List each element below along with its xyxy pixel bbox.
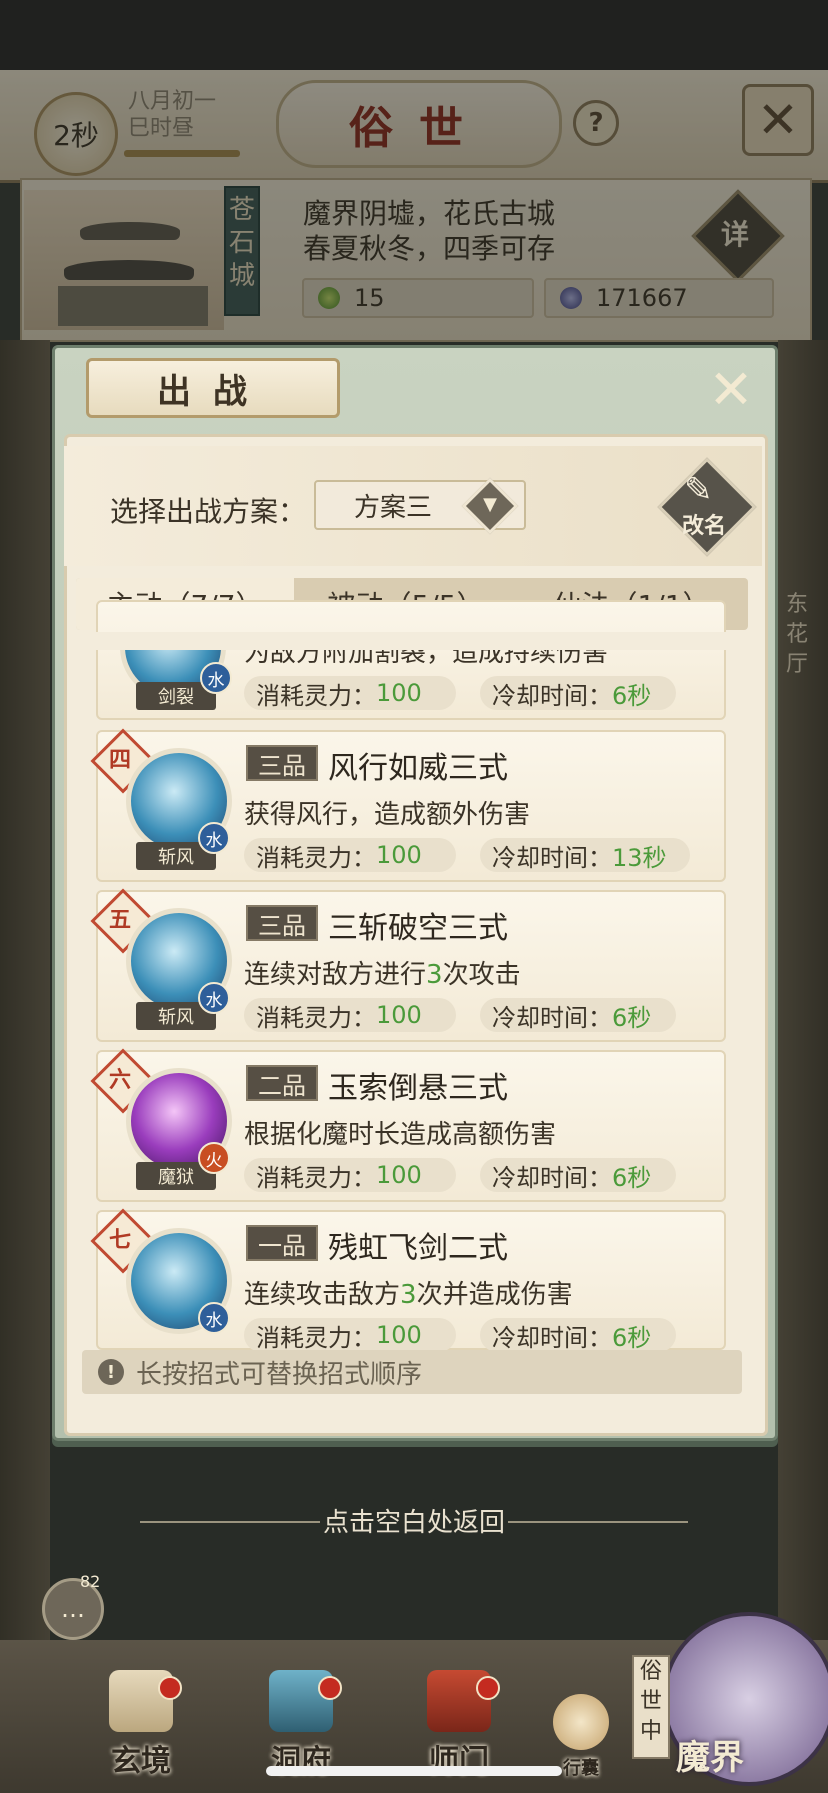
demon-realm-label[interactable]: 魔界 [676, 1730, 744, 1779]
cooldown: 冷却时间： 6秒 [480, 676, 676, 710]
cooldown-value: 6秒 [612, 1003, 652, 1032]
chevron-down-icon[interactable]: ▼ [470, 484, 510, 524]
cooldown-label: 冷却时间： [492, 681, 612, 710]
notification-dot [158, 1676, 182, 1700]
skill-desc-text: 次并造成伤害 [416, 1280, 573, 1310]
cooldown-label: 冷却时间： [492, 843, 612, 872]
skill-desc-text: 连续对敌方进行 [244, 960, 427, 990]
mana-cost-label: 消耗灵力： [256, 843, 376, 872]
bag-icon [553, 1694, 609, 1750]
cooldown-value: 6秒 [612, 681, 652, 710]
mana-cost-value: 100 [376, 679, 422, 707]
skill-desc: 连续攻击敌方3次并造成伤害 [244, 1274, 573, 1311]
brush-icon: ✎ [684, 470, 713, 510]
cooldown: 冷却时间： 13秒 [480, 838, 690, 872]
hint-text: 长按招式可替换招式顺序 [136, 1359, 423, 1390]
water-element-icon: 水 [198, 1302, 230, 1334]
skill-desc-number: 3 [400, 1280, 417, 1310]
nav-xingnang[interactable]: 行囊 [536, 1670, 626, 1780]
rename-button-label[interactable]: 改名 [664, 508, 744, 540]
mana-cost-label: 消耗灵力： [256, 1003, 376, 1032]
skill-name: 三斩破空三式 [328, 911, 508, 946]
chat-bubble-icon: … [61, 1595, 85, 1623]
skill-name: 玉索倒悬三式 [328, 1071, 508, 1106]
plan-label: 选择出战方案： [110, 495, 307, 528]
mana-cost-label: 消耗灵力： [256, 1323, 376, 1352]
chat-unread-count: 82 [80, 1572, 101, 1591]
mana-cost: 消耗灵力： 100 [244, 998, 456, 1032]
cooldown-value: 13秒 [612, 843, 667, 872]
mana-cost-label: 消耗灵力： [256, 681, 376, 710]
cooldown: 冷却时间： 6秒 [480, 1158, 676, 1192]
water-element-icon: 水 [200, 662, 232, 694]
skill-desc: 获得风行，造成额外伤害 [244, 800, 531, 830]
skill-desc-number: 3 [426, 960, 443, 990]
info-icon: ! [98, 1359, 124, 1385]
modal-title: 出战 [86, 358, 340, 418]
skill-desc: 根据化魔时长造成高额伤害 [244, 1120, 557, 1150]
mana-cost: 消耗灵力： 100 [244, 1318, 456, 1352]
skill-desc-text: 次攻击 [442, 960, 521, 990]
skill-grade: 三品 [246, 745, 318, 781]
water-element-icon: 水 [198, 982, 230, 1014]
mana-cost-value: 100 [376, 841, 422, 869]
cooldown-label: 冷却时间： [492, 1163, 612, 1192]
mana-cost-value: 100 [376, 1001, 422, 1029]
tap-to-return-hint: 点击空白处返回 [322, 1508, 505, 1538]
cooldown-value: 6秒 [612, 1323, 652, 1352]
mana-cost: 消耗灵力： 100 [244, 838, 456, 872]
mana-cost-value: 100 [376, 1321, 422, 1349]
mana-cost-value: 100 [376, 1161, 422, 1189]
skill-grade: 三品 [246, 905, 318, 941]
mana-cost-label: 消耗灵力： [256, 1163, 376, 1192]
reorder-hint: ! 长按招式可替换招式顺序 [82, 1350, 742, 1394]
mana-cost: 消耗灵力： 100 [244, 676, 456, 710]
cooldown: 冷却时间： 6秒 [480, 1318, 676, 1352]
water-element-icon: 水 [198, 822, 230, 854]
skill-name: 残虹飞剑二式 [328, 1231, 508, 1266]
skill-desc: 为敌方附加割裂，造成持续伤害 [244, 650, 608, 664]
notification-dot [318, 1676, 342, 1700]
nav-label: 玄境 [111, 1744, 171, 1779]
cooldown-value: 6秒 [612, 1163, 652, 1192]
skill-grade: 一品 [246, 1225, 318, 1261]
realm-status-tag: 俗世中 [632, 1655, 670, 1759]
skill-desc-clipped: 为敌方附加割裂，造成持续伤害 [244, 650, 644, 664]
skill-desc: 连续对敌方进行3次攻击 [244, 954, 521, 991]
nav-label: 行囊 [563, 1758, 599, 1779]
skill-grade: 二品 [246, 1065, 318, 1101]
cooldown-label: 冷却时间： [492, 1003, 612, 1032]
modal-close-button[interactable]: ✕ [704, 358, 758, 421]
cooldown: 冷却时间： 6秒 [480, 998, 676, 1032]
mana-cost: 消耗灵力： 100 [244, 1158, 456, 1192]
home-indicator [266, 1766, 562, 1776]
cooldown-label: 冷却时间： [492, 1323, 612, 1352]
skill-desc-text: 连续攻击敌方 [244, 1280, 401, 1310]
fire-element-icon: 火 [198, 1142, 230, 1174]
list-top-mask [76, 632, 748, 650]
notification-dot [476, 1676, 500, 1700]
skill-name: 风行如威三式 [328, 751, 508, 786]
